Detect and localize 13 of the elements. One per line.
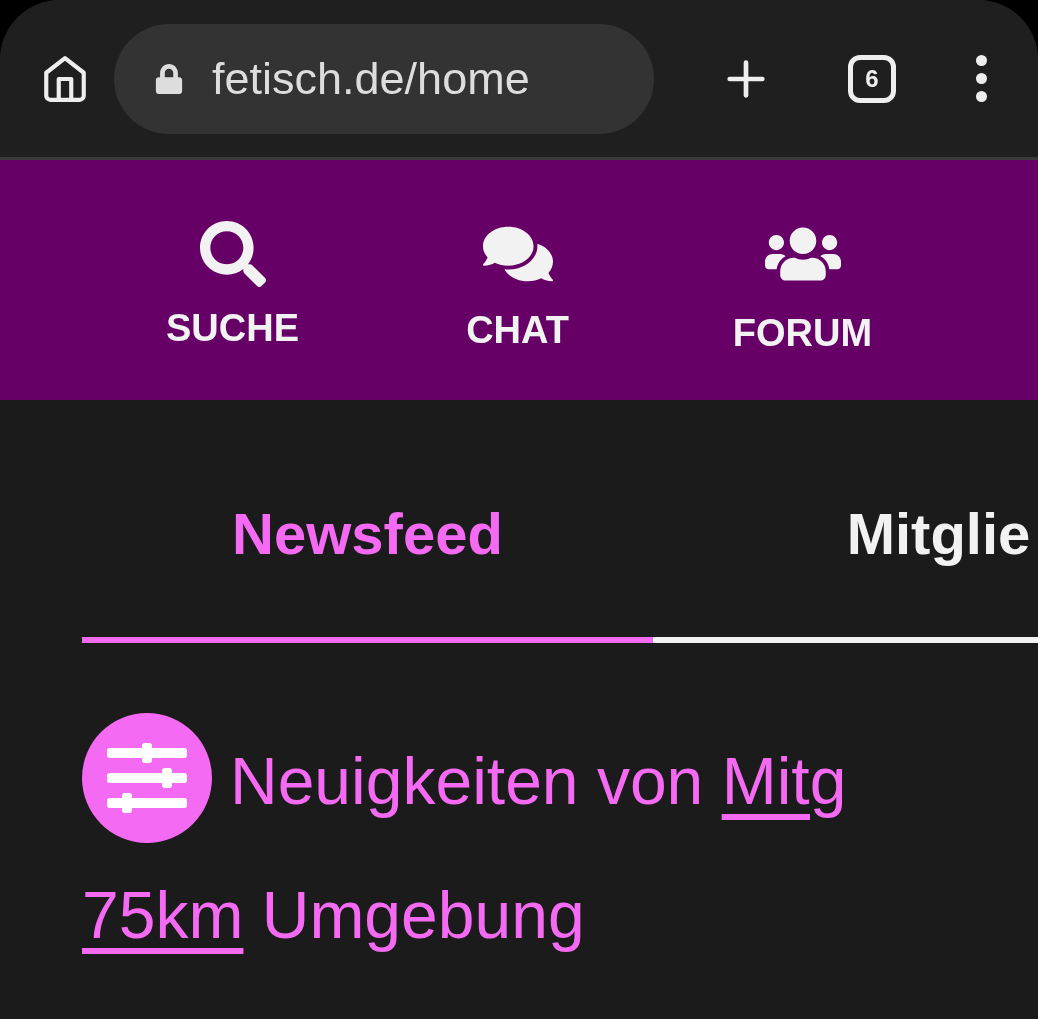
section-heading: Neuigkeiten von Mitg 75km Umgebung bbox=[82, 713, 1038, 969]
link[interactable]: 75km bbox=[82, 878, 244, 952]
tab[interactable]: Newsfeed bbox=[82, 500, 653, 643]
nav-item[interactable]: CHAT bbox=[375, 208, 660, 352]
link[interactable]: Mitg bbox=[721, 744, 847, 819]
nav-item[interactable]: SUCHE bbox=[90, 210, 375, 350]
address-bar[interactable]: fetisch.de/home bbox=[114, 23, 654, 134]
tab-count-button[interactable]: 6 bbox=[848, 54, 896, 103]
nav-item[interactable]: FORUM bbox=[660, 205, 945, 355]
search-icon bbox=[199, 220, 266, 287]
lock-icon bbox=[154, 63, 184, 94]
menu-icon[interactable] bbox=[976, 55, 987, 102]
tab[interactable]: Mitglie bbox=[653, 500, 1038, 643]
